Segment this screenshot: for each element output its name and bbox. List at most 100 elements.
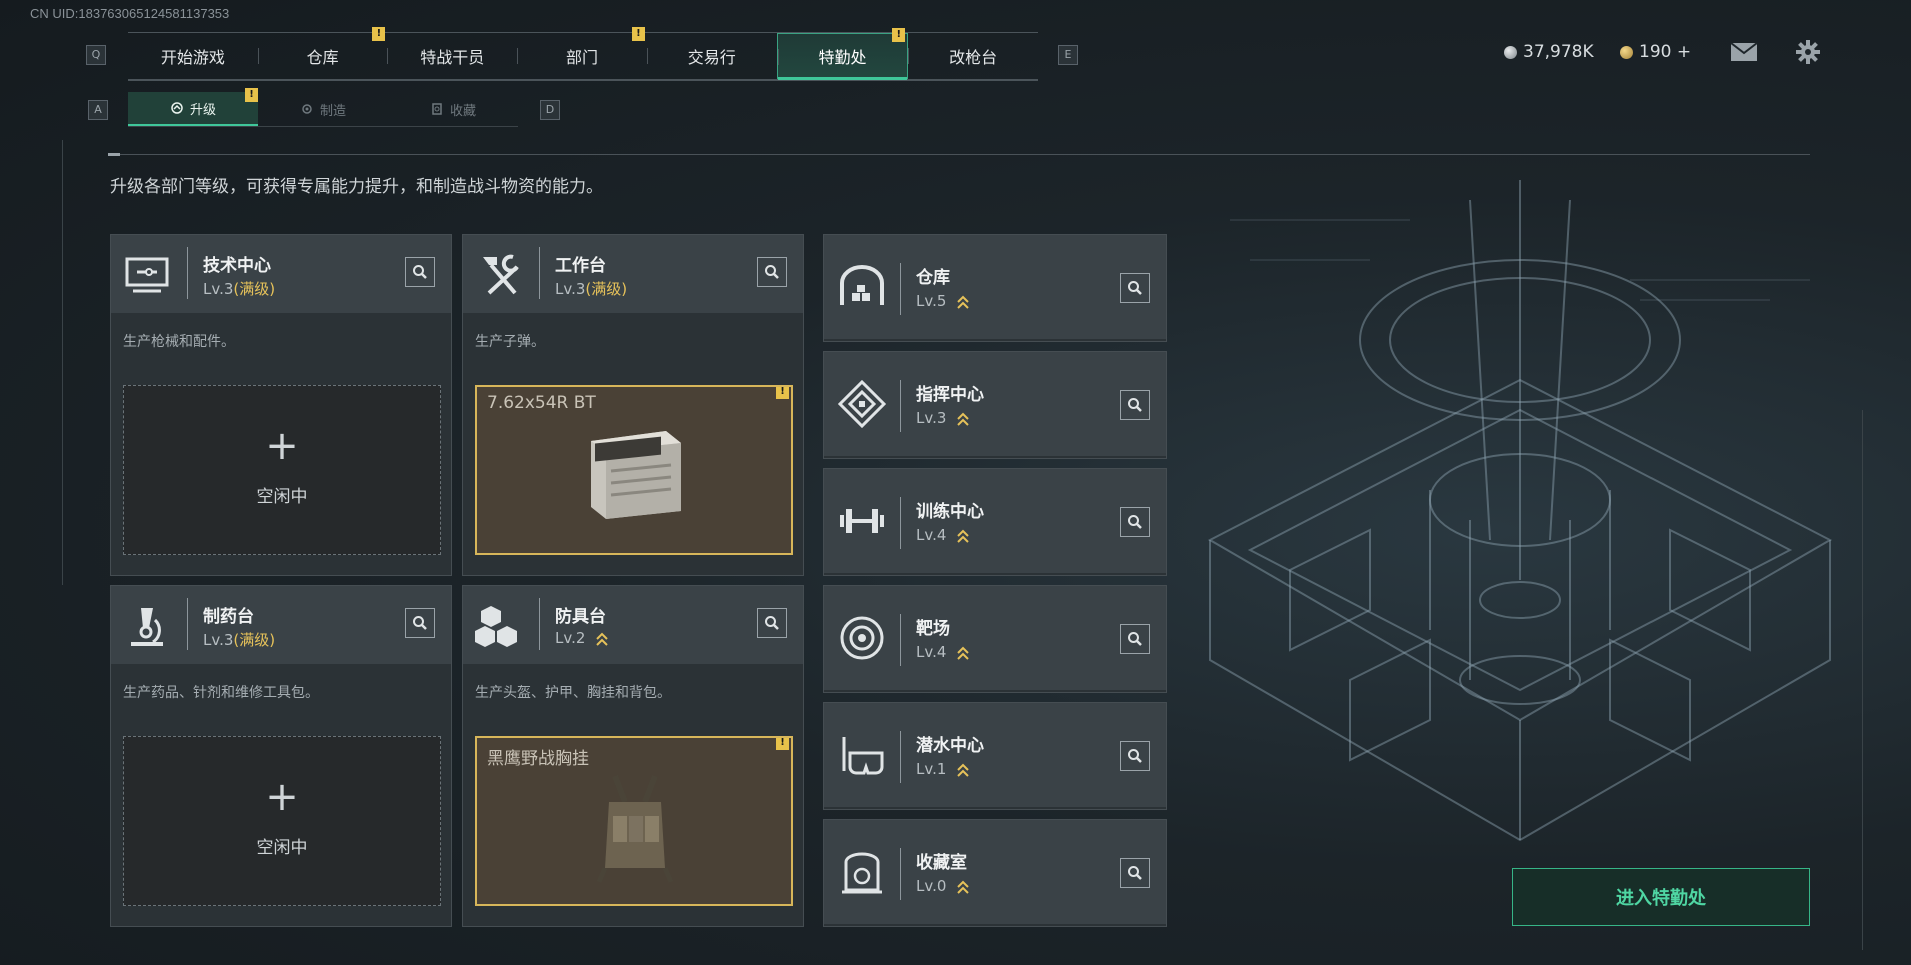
max-level-tag: (满级) <box>585 280 628 298</box>
prev-tab-key[interactable]: Q <box>86 45 106 65</box>
search-icon <box>1128 866 1142 880</box>
add-icon: + <box>265 423 299 469</box>
inspect-button[interactable] <box>1120 273 1150 303</box>
search-icon <box>1128 515 1142 529</box>
facility-card-training-center[interactable]: 训练中心 Lv.4 <box>823 468 1167 576</box>
subtab-craft[interactable]: 制造 <box>258 92 388 126</box>
alert-badge: ! <box>892 28 906 42</box>
level-text: Lv.3 <box>916 409 947 427</box>
divider <box>187 247 188 299</box>
tab-label: 特勤处 <box>818 48 867 67</box>
divider <box>187 598 188 650</box>
search-icon <box>765 265 779 279</box>
cubes-icon <box>475 606 517 647</box>
tab-label: 特战干员 <box>420 48 485 67</box>
inspect-button[interactable] <box>405 608 435 638</box>
facility-card-workbench[interactable]: 工作台 Lv.3(满级) 生产子弹。 7.62x54R BT ! <box>462 234 804 576</box>
search-icon <box>1128 632 1142 646</box>
alert-badge: ! <box>776 738 789 750</box>
chest-rig-image <box>596 774 674 883</box>
facility-level: Lv.4 <box>916 643 969 661</box>
search-icon <box>1128 398 1142 412</box>
facility-name: 制药台 <box>203 607 254 627</box>
divider <box>900 263 901 315</box>
inspect-button[interactable] <box>757 257 787 287</box>
idle-label: 空闲中 <box>256 838 308 858</box>
production-slot-idle[interactable]: + 空闲中 <box>123 385 441 555</box>
facility-level: Lv.0 <box>916 877 969 895</box>
premium-value: 190 + <box>1639 42 1692 62</box>
facility-description: 生产头盔、护甲、胸挂和背包。 <box>475 685 671 701</box>
tab-trade[interactable]: 交易行 <box>646 33 777 79</box>
premium-display[interactable]: 190 + <box>1620 42 1691 62</box>
facility-card-armor-bench[interactable]: 防具台 Lv.2 生产头盔、护甲、胸挂和背包。 黑鹰野战胸挂 ! <box>462 585 804 927</box>
upgrade-chevron-icon <box>957 763 969 777</box>
production-slot-idle[interactable]: + 空闲中 <box>123 736 441 906</box>
facility-card-collection-room[interactable]: 收藏室 Lv.0 <box>823 819 1167 927</box>
alert-badge: ! <box>631 27 645 41</box>
gear-icon <box>302 104 312 114</box>
facility-card-warehouse[interactable]: 仓库 Lv.5 <box>823 234 1167 342</box>
facility-card-diving-center[interactable]: 潜水中心 Lv.1 <box>823 702 1167 810</box>
facility-name: 工作台 <box>555 256 606 276</box>
tab-label: 仓库 <box>306 48 339 67</box>
divider <box>900 614 901 666</box>
production-slot-active[interactable]: 7.62x54R BT ! <box>475 385 793 555</box>
inspect-button[interactable] <box>757 608 787 638</box>
divider <box>900 380 901 432</box>
inspect-button[interactable] <box>1120 390 1150 420</box>
tab-operators[interactable]: 特战干员 <box>387 33 517 79</box>
level-text: Lv.3 <box>203 280 234 298</box>
production-slot-active[interactable]: 黑鹰野战胸挂 ! <box>475 736 793 906</box>
base-wireframe-illustration <box>1207 180 1833 842</box>
facility-level: Lv.3(满级) <box>203 629 275 650</box>
level-text: Lv.1 <box>916 760 947 778</box>
next-tab-key[interactable]: E <box>1058 45 1078 65</box>
mail-icon[interactable] <box>1730 42 1758 62</box>
divider <box>900 497 901 549</box>
facility-description: 生产枪械和配件。 <box>123 334 235 350</box>
inspect-button[interactable] <box>405 257 435 287</box>
facility-level: Lv.3 <box>916 409 969 427</box>
facility-level: Lv.2 <box>555 629 608 647</box>
facility-name: 防具台 <box>555 607 606 627</box>
facility-card-shooting-range[interactable]: 靶场 Lv.4 <box>823 585 1167 693</box>
prev-subtab-key[interactable]: A <box>88 100 108 120</box>
alert-badge: ! <box>372 27 386 41</box>
coin-icon <box>1504 45 1517 59</box>
inspect-button[interactable] <box>1120 858 1150 888</box>
add-icon: + <box>265 774 299 820</box>
tab-start-game[interactable]: 开始游戏 <box>128 33 258 79</box>
facility-level: Lv.5 <box>916 292 969 310</box>
inspect-button[interactable] <box>1120 624 1150 654</box>
subtab-collection[interactable]: 收藏 <box>388 92 518 126</box>
upgrade-chevron-icon <box>957 646 969 660</box>
facility-level: Lv.3(满级) <box>555 278 627 299</box>
facility-card-command-center[interactable]: 指挥中心 Lv.3 <box>823 351 1167 459</box>
max-level-tag: (满级) <box>233 631 276 649</box>
search-icon <box>413 616 427 630</box>
gear-icon[interactable] <box>1796 40 1820 64</box>
facility-name: 训练中心 <box>916 502 984 522</box>
microscope-icon <box>131 608 163 646</box>
tab-warehouse[interactable]: 仓库! <box>257 27 388 79</box>
facility-name: 收藏室 <box>916 853 967 873</box>
level-text: Lv.2 <box>555 629 586 647</box>
facility-level: Lv.3(满级) <box>203 278 275 299</box>
facility-description: 生产药品、针剂和维修工具包。 <box>123 685 319 701</box>
tab-gunsmith[interactable]: 改枪台 <box>908 33 1038 79</box>
next-subtab-key[interactable]: D <box>540 100 560 120</box>
upgrade-chevron-icon <box>957 295 969 309</box>
facility-card-pharmacy[interactable]: 制药台 Lv.3(满级) 生产药品、针剂和维修工具包。 + 空闲中 <box>110 585 452 927</box>
facility-card-tech-center[interactable]: 技术中心 Lv.3(满级) 生产枪械和配件。 + 空闲中 <box>110 234 452 576</box>
inspect-button[interactable] <box>1120 507 1150 537</box>
max-level-tag: (满级) <box>233 280 276 298</box>
enter-special-services-button[interactable]: 进入特勤处 <box>1512 868 1810 926</box>
subtab-upgrade[interactable]: 升级 ! <box>128 88 258 126</box>
search-icon <box>1128 749 1142 763</box>
tab-departments[interactable]: 部门! <box>517 27 647 79</box>
main-nav: 开始游戏 仓库! 特战干员 部门! 交易行 特勤处! 改枪台 <box>128 27 1038 81</box>
tab-special-services[interactable]: 特勤处! <box>776 28 909 80</box>
inspect-button[interactable] <box>1120 741 1150 771</box>
level-text: Lv.3 <box>203 631 234 649</box>
